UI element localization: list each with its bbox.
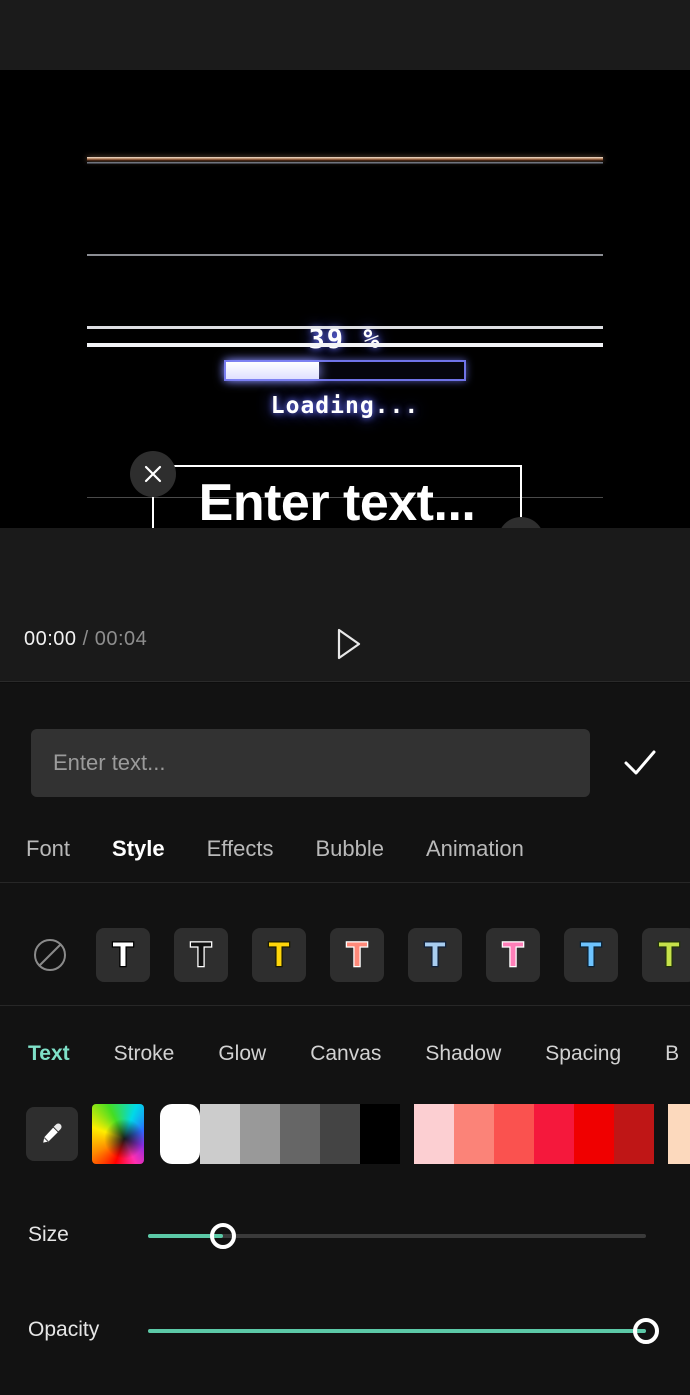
opacity-slider-thumb[interactable]	[633, 1318, 659, 1344]
style-preset-white[interactable]: T	[96, 928, 150, 982]
color-swatch[interactable]	[574, 1104, 614, 1164]
color-wheel-icon[interactable]	[92, 1104, 144, 1164]
total-duration: 00:04	[94, 628, 148, 650]
subtab-canvas[interactable]: Canvas	[310, 1042, 381, 1066]
opacity-slider-track[interactable]	[148, 1318, 659, 1344]
color-swatch[interactable]	[494, 1104, 534, 1164]
play-icon[interactable]	[327, 624, 367, 664]
video-preview[interactable]: 39 % Loading... Enter text...	[0, 70, 690, 528]
style-preset-glyph: T	[423, 936, 446, 974]
size-slider-label: Size	[28, 1223, 69, 1246]
color-swatch[interactable]	[614, 1104, 654, 1164]
text-editor-panel: Font Style Effects Bubble Animation T T T T T T T T…	[0, 683, 690, 1395]
color-swatch[interactable]	[240, 1104, 280, 1164]
search-input[interactable]	[31, 729, 590, 797]
subtab-glow[interactable]: Glow	[218, 1042, 266, 1066]
color-swatch[interactable]	[200, 1104, 240, 1164]
color-swatch[interactable]	[668, 1104, 690, 1164]
opacity-slider-fill	[148, 1329, 646, 1333]
tab-font[interactable]: Font	[26, 836, 70, 862]
size-slider-row: Size	[0, 1217, 690, 1257]
preview-warm-line	[87, 157, 603, 161]
color-swatch[interactable]	[160, 1104, 200, 1164]
panel-divider-1	[0, 882, 690, 883]
swatch-gap	[654, 1104, 668, 1164]
size-slider-thumb[interactable]	[209, 1223, 236, 1249]
app-root: 39 % Loading... Enter text... 00:00 / 00…	[0, 0, 690, 1395]
style-preset-glyph: T	[345, 936, 368, 974]
time-display: 00:00 / 00:04	[24, 628, 147, 651]
subtab-shadow[interactable]: Shadow	[425, 1042, 501, 1066]
opacity-slider-label: Opacity	[28, 1318, 100, 1341]
style-preset-pink[interactable]: T	[486, 928, 540, 982]
close-icon[interactable]	[130, 451, 176, 497]
style-preset-yellow[interactable]: T	[252, 928, 306, 982]
style-preset-glyph: T	[111, 936, 134, 974]
current-time: 00:00	[24, 628, 77, 650]
preview-divider-line-3	[87, 343, 603, 347]
preview-warm-line-2	[87, 162, 603, 164]
tab-style[interactable]: Style	[112, 836, 165, 862]
style-preset-salmon[interactable]: T	[330, 928, 384, 982]
tab-effects[interactable]: Effects	[207, 836, 274, 862]
swatch-gap	[400, 1104, 414, 1164]
loading-progress-bar	[224, 360, 466, 381]
opacity-slider-row: Opacity	[0, 1312, 690, 1352]
color-swatch[interactable]	[534, 1104, 574, 1164]
preview-divider-line-1	[87, 254, 603, 256]
size-slider-track[interactable]	[148, 1223, 646, 1249]
color-swatch[interactable]	[320, 1104, 360, 1164]
subtab-spacing[interactable]: Spacing	[545, 1042, 621, 1066]
panel-divider-2	[0, 1005, 690, 1006]
playback-bar: 00:00 / 00:04	[0, 528, 690, 682]
style-preset-blue[interactable]: T	[564, 928, 618, 982]
text-overlay-label: Enter text...	[198, 474, 476, 528]
subtab-stroke[interactable]: Stroke	[114, 1042, 175, 1066]
style-preset-glyph: T	[189, 936, 212, 974]
style-preset-glyph: T	[657, 936, 680, 974]
check-icon[interactable]	[618, 745, 662, 781]
text-overlay-widget[interactable]: Enter text...	[130, 451, 544, 528]
eyedropper-icon[interactable]	[26, 1107, 78, 1161]
main-tab-bar: Font Style Effects Bubble Animation	[0, 823, 690, 875]
style-property-tab-bar: Text Stroke Glow Canvas Shadow Spacing B	[0, 1028, 690, 1080]
tab-animation[interactable]: Animation	[426, 836, 524, 862]
no-style-icon[interactable]	[28, 933, 72, 977]
loading-status-label: Loading...	[270, 393, 420, 419]
color-swatch[interactable]	[360, 1104, 400, 1164]
subtab-b[interactable]: B	[665, 1042, 679, 1066]
style-preset-black-outline[interactable]: T	[174, 928, 228, 982]
color-swatch[interactable]	[414, 1104, 454, 1164]
style-preset-strip[interactable]: TTTTTTTT	[0, 905, 690, 1005]
time-separator: /	[82, 628, 89, 650]
style-preset-glyph: T	[501, 936, 524, 974]
color-swatch-list[interactable]	[160, 1104, 690, 1164]
style-preset-glyph: T	[579, 936, 602, 974]
preview-divider-line-2	[87, 326, 603, 329]
loading-progress-fill	[226, 362, 319, 379]
color-palette-row[interactable]	[0, 1103, 690, 1165]
tab-bubble[interactable]: Bubble	[315, 836, 384, 862]
color-swatch[interactable]	[454, 1104, 494, 1164]
style-preset-glyph: T	[267, 936, 290, 974]
style-preset-lime[interactable]: T	[642, 928, 690, 982]
subtab-text[interactable]: Text	[28, 1042, 70, 1066]
top-bar	[0, 0, 690, 70]
style-preset-light-blue[interactable]: T	[408, 928, 462, 982]
color-swatch[interactable]	[280, 1104, 320, 1164]
text-input-row	[0, 729, 690, 797]
